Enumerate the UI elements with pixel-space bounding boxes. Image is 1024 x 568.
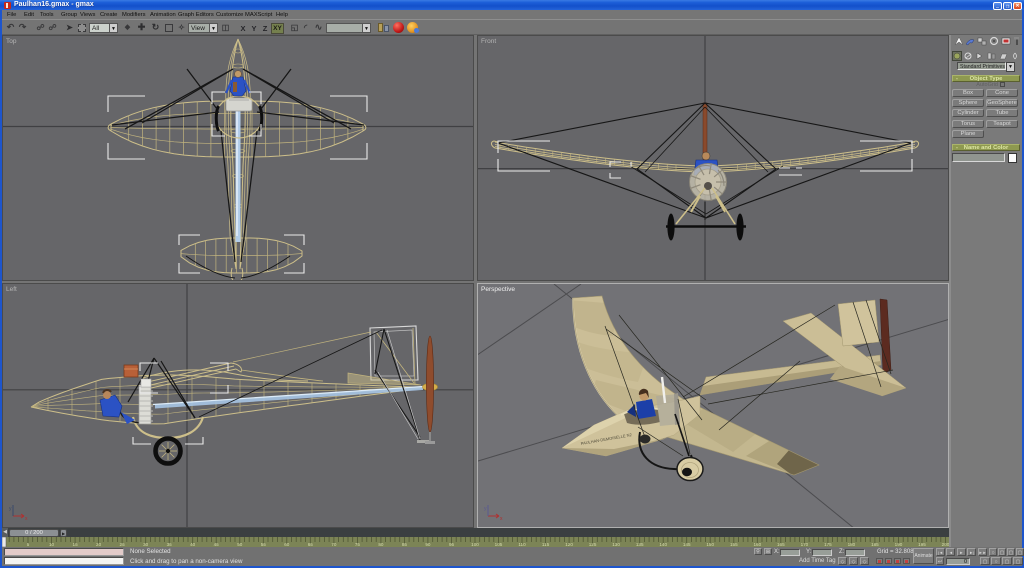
- svg-text:x: x: [500, 516, 503, 522]
- svg-text:y: y: [484, 506, 487, 512]
- svg-text:x: x: [25, 516, 28, 522]
- svg-text:y: y: [9, 506, 12, 512]
